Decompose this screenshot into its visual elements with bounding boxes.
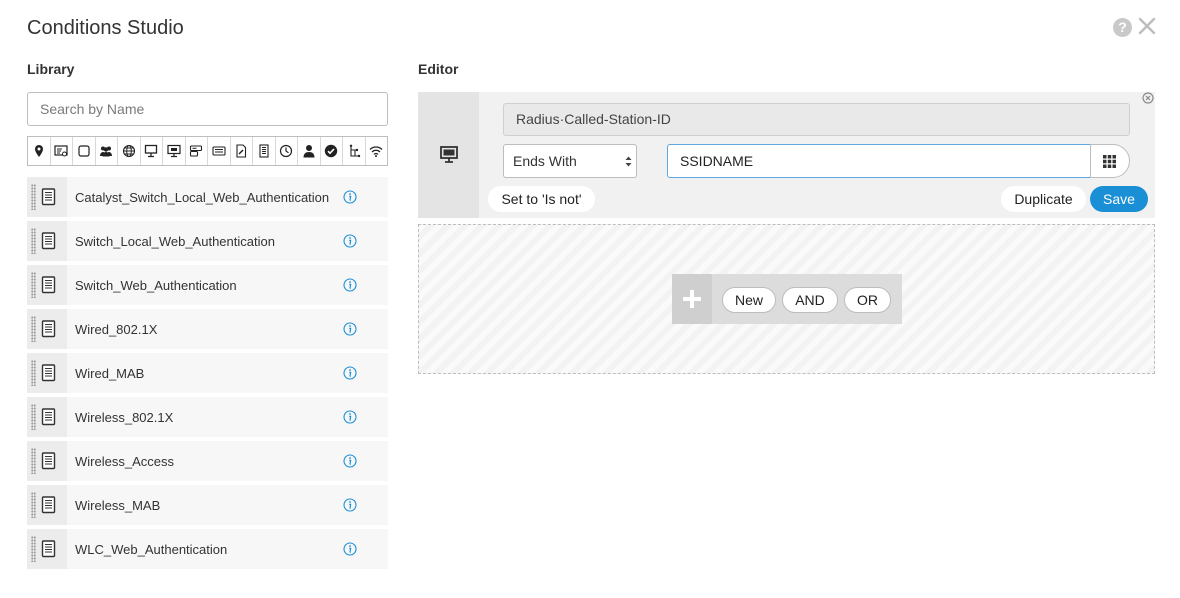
info-icon[interactable] [343, 542, 357, 556]
library-item-label: Wired_MAB [75, 365, 145, 381]
globe-icon[interactable] [118, 137, 141, 165]
condition-icon [41, 276, 56, 294]
close-icon[interactable] [1137, 14, 1157, 38]
file-sign-icon[interactable] [231, 137, 253, 165]
library-item-label: Wired_802.1X [75, 321, 158, 337]
info-icon[interactable] [343, 322, 357, 336]
library-item[interactable]: WLC_Web_Authentication [27, 529, 388, 569]
add-condition-button[interactable] [672, 274, 712, 324]
operator-select[interactable]: Ends With [503, 144, 637, 178]
wifi-icon[interactable] [366, 137, 388, 165]
condition-icon [41, 496, 56, 514]
library-item-label: Switch_Local_Web_Authentication [75, 233, 275, 249]
value-input[interactable] [667, 144, 1091, 178]
drag-handle[interactable] [27, 221, 67, 261]
condition-adder: New AND OR [672, 274, 902, 324]
new-condition-button[interactable]: New [722, 287, 776, 313]
drag-handle[interactable] [27, 397, 67, 437]
drag-handle[interactable] [27, 529, 67, 569]
attribute-field[interactable]: Radius·Called-Station-ID [503, 103, 1130, 136]
clock-icon[interactable] [276, 137, 298, 165]
library-item[interactable]: Wired_802.1X [27, 309, 388, 349]
condition-icon [41, 452, 56, 470]
select-arrows-icon [625, 156, 632, 167]
page-title: Conditions Studio [27, 17, 184, 39]
mail-icon[interactable] [208, 137, 231, 165]
library-item-label: Wireless_Access [75, 453, 174, 469]
desktop-icon [440, 146, 458, 163]
info-icon[interactable] [343, 454, 357, 468]
library-item[interactable]: Wireless_MAB [27, 485, 388, 525]
info-icon[interactable] [343, 366, 357, 380]
library-item[interactable]: Catalyst_Switch_Local_Web_Authentication [27, 177, 388, 217]
monitor-icon[interactable] [163, 137, 186, 165]
editor-side-panel [418, 92, 479, 218]
desktop-icon[interactable] [141, 137, 163, 165]
checkmark-circle-icon[interactable] [321, 137, 343, 165]
router-icon[interactable] [186, 137, 208, 165]
library-item-label: Catalyst_Switch_Local_Web_Authentication [75, 189, 330, 205]
attribute-picker-button[interactable] [1090, 144, 1130, 178]
condition-icon [41, 232, 56, 250]
library-item[interactable]: Wireless_802.1X [27, 397, 388, 437]
filter-icon-bar [27, 136, 388, 166]
drag-handle[interactable] [27, 353, 67, 393]
set-is-not-button[interactable]: Set to 'Is not' [488, 186, 595, 212]
drag-handle[interactable] [27, 177, 67, 217]
drag-handle[interactable] [27, 265, 67, 305]
id-card-icon[interactable] [51, 137, 73, 165]
condition-icon [41, 188, 56, 206]
info-icon[interactable] [343, 234, 357, 248]
condition-icon [41, 540, 56, 558]
condition-icon [41, 320, 56, 338]
help-icon[interactable]: ? [1113, 18, 1132, 37]
library-item[interactable]: Wireless_Access [27, 441, 388, 481]
info-icon[interactable] [343, 190, 357, 204]
remove-condition-icon[interactable] [1142, 92, 1154, 104]
and-button[interactable]: AND [782, 287, 838, 313]
library-item[interactable]: Switch_Local_Web_Authentication [27, 221, 388, 261]
drag-handle[interactable] [27, 441, 67, 481]
operator-value: Ends With [513, 153, 577, 169]
or-button[interactable]: OR [844, 287, 891, 313]
library-item-label: WLC_Web_Authentication [75, 541, 228, 557]
drag-handle[interactable] [27, 485, 67, 525]
location-pin-icon[interactable] [28, 137, 51, 165]
info-icon[interactable] [343, 410, 357, 424]
editor-label: Editor [418, 61, 459, 77]
square-icon[interactable] [73, 137, 96, 165]
library-item-label: Wireless_802.1X [75, 409, 174, 425]
duplicate-button[interactable]: Duplicate [1001, 186, 1086, 212]
library-item[interactable]: Switch_Web_Authentication [27, 265, 388, 305]
drag-handle[interactable] [27, 309, 67, 349]
users-group-icon[interactable] [96, 137, 118, 165]
plus-icon [683, 290, 701, 308]
network-tree-icon[interactable] [343, 137, 366, 165]
library-label: Library [27, 61, 75, 77]
book-icon[interactable] [253, 137, 276, 165]
library-item[interactable]: Wired_MAB [27, 353, 388, 393]
library-item-label: Switch_Web_Authentication [75, 277, 237, 293]
library-list: Catalyst_Switch_Local_Web_Authentication… [27, 177, 388, 573]
person-icon[interactable] [298, 137, 321, 165]
search-input[interactable] [27, 92, 388, 126]
save-button[interactable]: Save [1090, 186, 1148, 212]
info-icon[interactable] [343, 278, 357, 292]
condition-icon [41, 408, 56, 426]
info-icon[interactable] [343, 498, 357, 512]
grid-icon [1103, 155, 1116, 168]
condition-icon [41, 364, 56, 382]
library-item-label: Wireless_MAB [75, 497, 161, 513]
